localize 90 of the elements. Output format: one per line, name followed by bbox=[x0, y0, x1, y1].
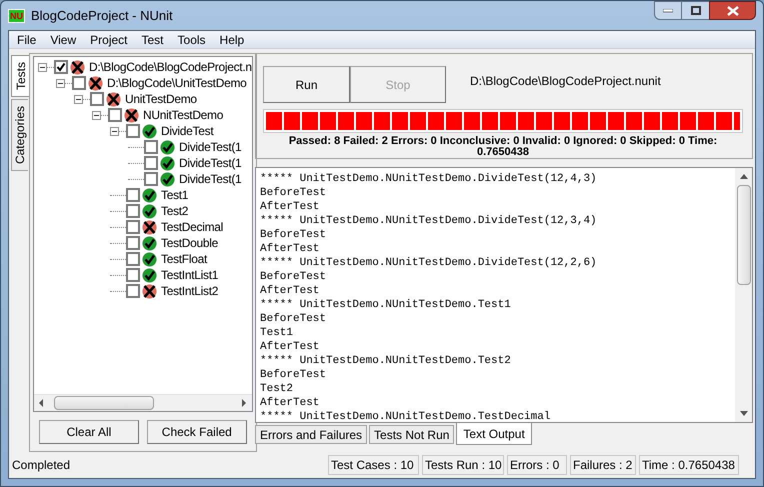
checkbox[interactable] bbox=[126, 204, 140, 218]
status-panel: Time : 0.7650438 bbox=[639, 455, 739, 475]
result-tab[interactable]: Errors and Failures bbox=[255, 425, 368, 444]
checkbox[interactable] bbox=[126, 220, 140, 234]
scroll-down-icon bbox=[740, 411, 748, 417]
status-panel: Errors : 0 bbox=[507, 455, 567, 475]
status-panel: Test Cases : 10 bbox=[328, 455, 419, 475]
output-line: BeforeTest bbox=[260, 368, 328, 382]
status-message: Completed bbox=[12, 457, 72, 474]
output-line: ***** UnitTestDemo.NUnitTestDemo.DivideTest(12,2,6) bbox=[260, 256, 598, 270]
side-tab[interactable]: Tests bbox=[11, 55, 29, 98]
status-panel: Tests Run : 10 bbox=[422, 455, 504, 475]
tree-button[interactable]: Clear All bbox=[39, 420, 139, 444]
output-line: AfterTest bbox=[260, 340, 320, 354]
tree-item[interactable]: UnitTestDemo bbox=[125, 90, 197, 108]
menu-item[interactable]: Tools bbox=[172, 30, 212, 48]
output-line: ***** UnitTestDemo.NUnitTestDemo.DivideTest(12,4,3) bbox=[260, 172, 598, 186]
output-line: BeforeTest bbox=[260, 312, 328, 326]
result-tab[interactable]: Text Output bbox=[456, 423, 532, 445]
output-line: AfterTest bbox=[260, 284, 320, 298]
menu-item[interactable]: Test bbox=[136, 30, 170, 48]
scrollbar-thumb[interactable] bbox=[736, 185, 750, 285]
checkbox[interactable] bbox=[144, 172, 158, 186]
output-line: Test1 bbox=[260, 326, 294, 340]
output-line: BeforeTest bbox=[260, 270, 328, 284]
maximize-icon bbox=[690, 6, 700, 15]
output-line: AfterTest bbox=[260, 200, 320, 214]
output-line: BeforeTest bbox=[260, 186, 328, 200]
window-title: BlogCodeProject - NUnit bbox=[31, 6, 173, 25]
minimize-icon bbox=[663, 8, 673, 12]
output-line: BeforeTest bbox=[260, 228, 328, 242]
output-line: ***** UnitTestDemo.NUnitTestDemo.DivideTest(12,3,4) bbox=[260, 214, 598, 228]
scroll-right-icon bbox=[240, 399, 248, 407]
menu-item[interactable]: View bbox=[44, 30, 82, 48]
output-line: ***** UnitTestDemo.NUnitTestDemo.TestDecimal bbox=[260, 410, 552, 422]
tree-item[interactable]: NUnitTestDemo bbox=[143, 106, 224, 124]
tree-item[interactable]: TestDecimal bbox=[161, 218, 224, 236]
checkbox[interactable] bbox=[126, 236, 140, 250]
close-icon bbox=[726, 6, 738, 16]
tree-item[interactable]: DivideTest(1 bbox=[179, 138, 242, 156]
checkbox[interactable] bbox=[126, 188, 140, 202]
scroll-up-icon bbox=[740, 173, 748, 179]
app-logo: NU bbox=[8, 8, 25, 22]
checkbox[interactable] bbox=[108, 108, 122, 122]
tree-item[interactable]: Test2 bbox=[161, 202, 188, 220]
menu-item[interactable]: Help bbox=[214, 30, 250, 48]
output-line: ***** UnitTestDemo.NUnitTestDemo.Test1 bbox=[260, 298, 512, 312]
tree-item[interactable]: TestIntList2 bbox=[161, 282, 218, 300]
close-button[interactable] bbox=[709, 1, 756, 20]
collapse-toggle[interactable] bbox=[92, 110, 101, 120]
tree-item[interactable]: TestIntList1 bbox=[161, 266, 218, 284]
tree-item[interactable]: DivideTest bbox=[161, 122, 214, 140]
result-tab[interactable]: Tests Not Run bbox=[369, 425, 454, 444]
tree-item[interactable]: DivideTest(1 bbox=[179, 170, 242, 188]
tree-item[interactable]: D:\BlogCode\BlogCodeProject.n bbox=[89, 58, 252, 76]
output-line: Test2 bbox=[260, 382, 294, 396]
menu-item[interactable]: File bbox=[11, 30, 42, 48]
maximize-button[interactable] bbox=[682, 1, 709, 20]
menu-item[interactable]: Project bbox=[84, 30, 134, 48]
test-summary: Passed: 8 Failed: 2 Errors: 0 Inconclusive: 0 Invalid: 0 Ignored: 0 Skipped: 0 Time: 0.7650438 bbox=[288, 136, 718, 158]
collapse-toggle[interactable] bbox=[74, 94, 83, 104]
output-line: AfterTest bbox=[260, 396, 320, 410]
tree-item[interactable]: DivideTest(1 bbox=[179, 154, 242, 172]
tree-item[interactable]: TestFloat bbox=[161, 250, 207, 268]
side-tab[interactable]: Categories bbox=[11, 99, 28, 172]
tree-item[interactable]: Test1 bbox=[161, 186, 188, 204]
output-line: AfterTest bbox=[260, 242, 320, 256]
checkbox[interactable] bbox=[72, 76, 86, 90]
vertical-scrollbar[interactable] bbox=[735, 168, 752, 422]
checkbox[interactable] bbox=[144, 140, 158, 154]
minimize-button[interactable] bbox=[654, 1, 682, 20]
status-panel: Failures : 2 bbox=[570, 455, 636, 475]
collapse-toggle[interactable] bbox=[38, 62, 47, 72]
project-path: D:\BlogCode\BlogCodeProject.nunit bbox=[470, 73, 661, 90]
collapse-toggle[interactable] bbox=[56, 78, 65, 88]
checkbox[interactable] bbox=[126, 268, 140, 282]
horizontal-scrollbar[interactable] bbox=[34, 394, 252, 411]
checkbox[interactable] bbox=[144, 156, 158, 170]
checkbox[interactable] bbox=[126, 252, 140, 266]
output-line: ***** UnitTestDemo.NUnitTestDemo.Test2 bbox=[260, 354, 512, 368]
collapse-toggle[interactable] bbox=[110, 126, 119, 136]
run-button[interactable]: Run bbox=[263, 66, 350, 103]
checkbox[interactable] bbox=[126, 124, 140, 138]
checkbox[interactable] bbox=[90, 92, 104, 106]
checkbox[interactable] bbox=[54, 60, 68, 74]
scrollbar-thumb[interactable] bbox=[54, 396, 154, 410]
tree-item[interactable]: D:\BlogCode\UnitTestDemo bbox=[107, 74, 247, 92]
tree-item[interactable]: TestDouble bbox=[161, 234, 218, 252]
tree-button[interactable]: Check Failed bbox=[146, 420, 247, 444]
checkbox[interactable] bbox=[126, 284, 140, 298]
